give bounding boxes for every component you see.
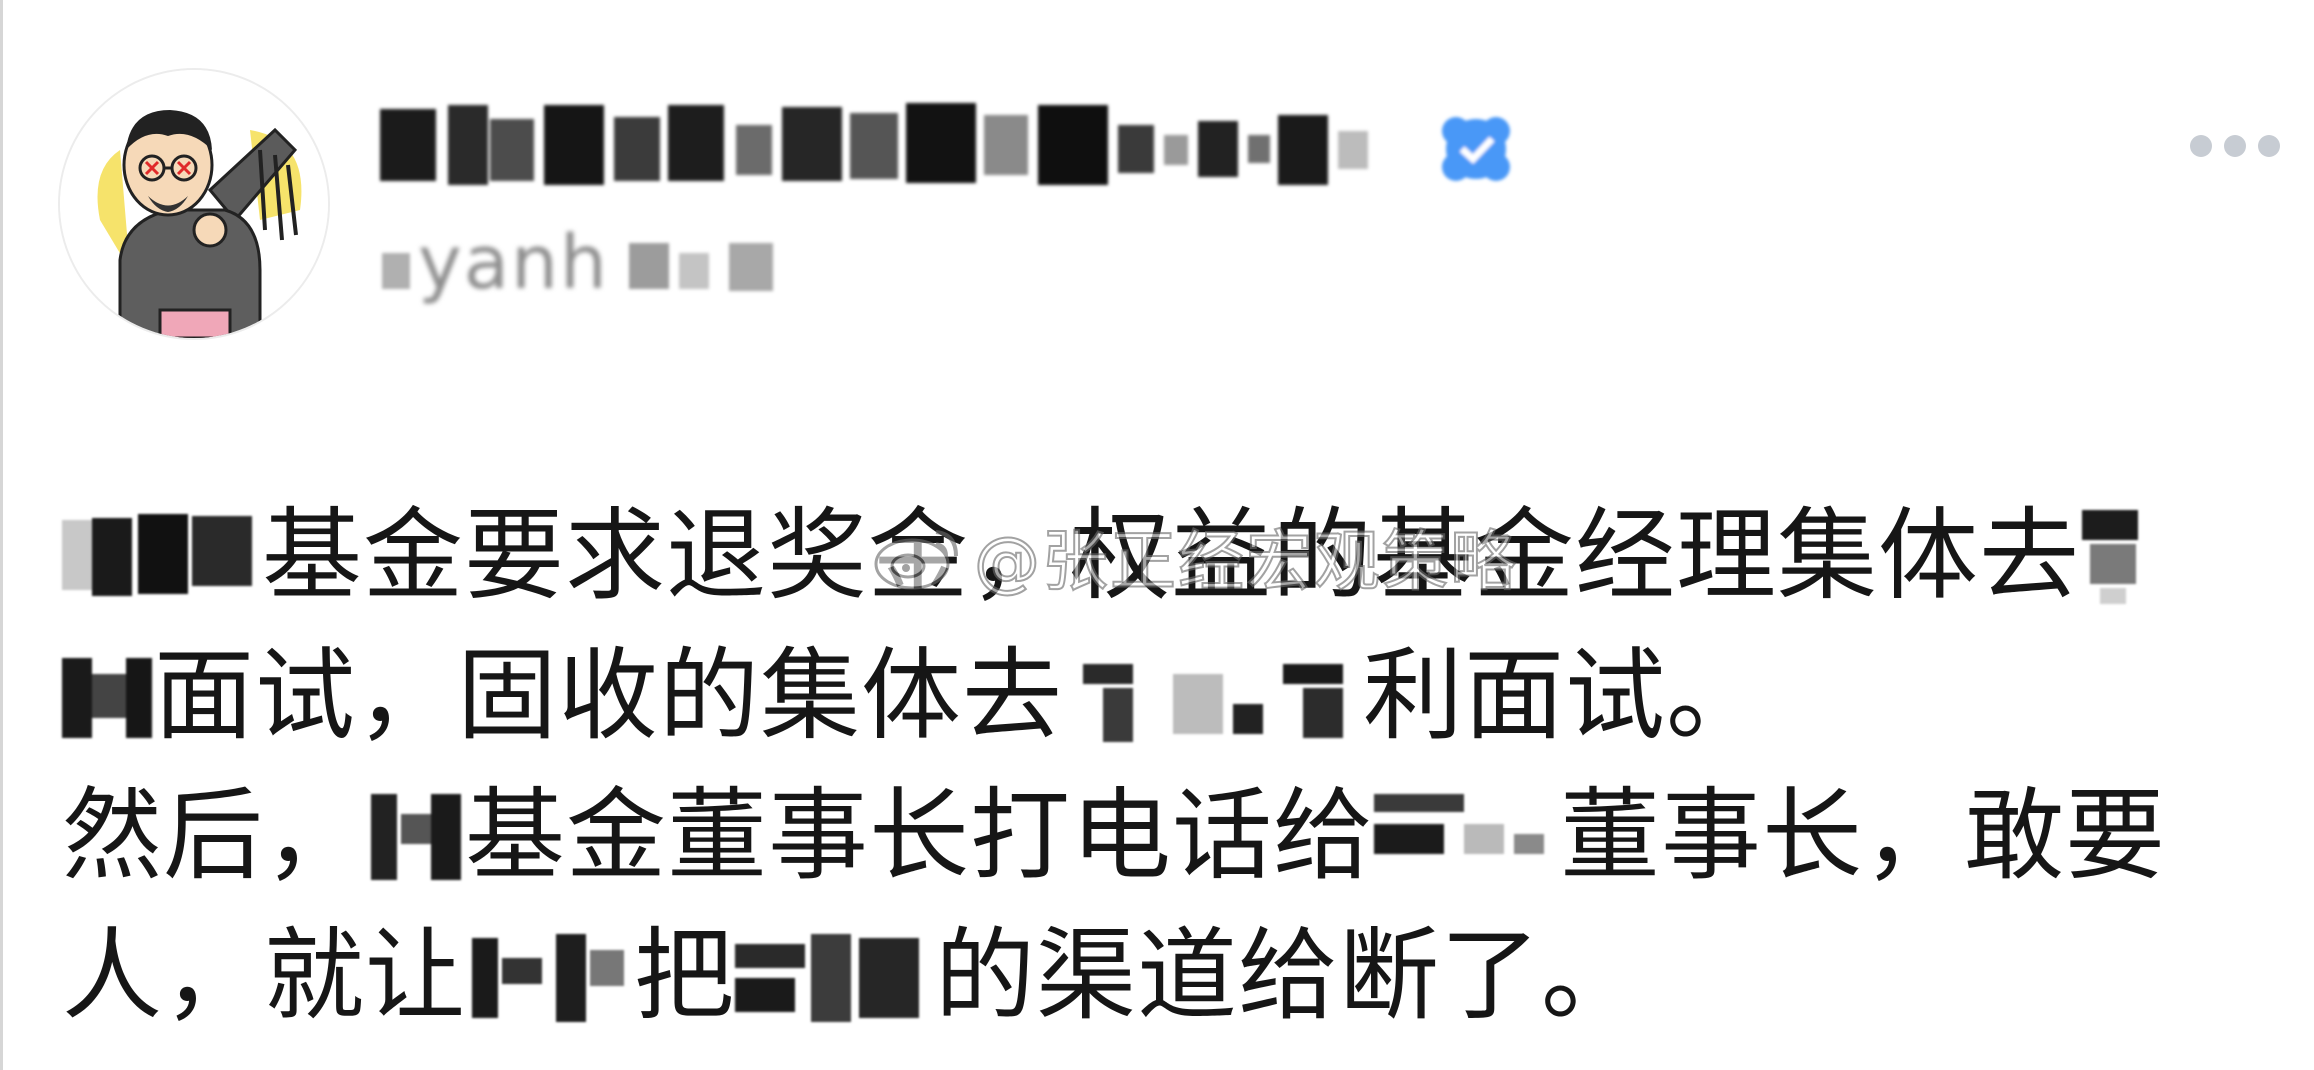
post-text: 基金要求退奖金，权益的基金经理集体去 <box>262 497 2080 614</box>
redacted-mosaic <box>735 924 935 1024</box>
post-text: 人，就让 <box>62 917 466 1034</box>
more-options-button[interactable] <box>2190 128 2280 164</box>
post-text: 利面试。 <box>1363 637 1767 754</box>
more-horizontal-icon <box>2224 135 2246 157</box>
more-horizontal-icon <box>2190 135 2212 157</box>
post-text: 董事长，敢要 <box>1560 777 2166 894</box>
post-line-1: 基金要求退奖金，权益的基金经理集体去 <box>62 486 2292 626</box>
verified-badge-icon <box>1442 117 1510 181</box>
handle-mosaic-right <box>628 243 773 291</box>
post-text: 然后， <box>62 777 365 894</box>
post-line-4: 人，就让 把 的渠道给断了。 <box>62 906 2292 1046</box>
user-info: yanh <box>378 95 1578 325</box>
weibo-post-card: yanh 基金要求退奖金，权益的基金经理集体去 面试，固收的集体去 利面试。 然… <box>0 0 2314 1070</box>
redacted-mosaic <box>2080 504 2144 604</box>
redaction-mosaic <box>380 103 1368 185</box>
post-body: 基金要求退奖金，权益的基金经理集体去 面试，固收的集体去 利面试。 然后， 基金… <box>62 486 2292 1046</box>
redacted-mosaic <box>365 784 465 884</box>
post-text: 的渠道给断了。 <box>935 917 1642 1034</box>
post-line-2: 面试，固收的集体去 利面试。 <box>62 626 2292 766</box>
post-line-3: 然后， 基金董事长打电话给 董事长，敢要 <box>62 766 2292 906</box>
handle-text: yanh <box>418 220 609 306</box>
handle-mosaic-left <box>382 253 410 289</box>
cartoon-avatar-icon <box>60 70 328 338</box>
redacted-mosaic <box>1374 784 1560 884</box>
avatar[interactable] <box>58 68 330 340</box>
redacted-mosaic <box>62 644 154 744</box>
post-text: 把 <box>634 917 735 1034</box>
more-horizontal-icon <box>2258 135 2280 157</box>
redacted-mosaic <box>62 504 262 604</box>
display-name-redacted[interactable] <box>378 95 1418 195</box>
redacted-mosaic <box>466 924 634 1024</box>
post-text: 面试，固收的集体去 <box>154 637 1063 754</box>
redacted-mosaic <box>1063 644 1363 744</box>
post-text: 基金董事长打电话给 <box>465 777 1374 894</box>
user-handle[interactable]: yanh <box>378 213 809 313</box>
